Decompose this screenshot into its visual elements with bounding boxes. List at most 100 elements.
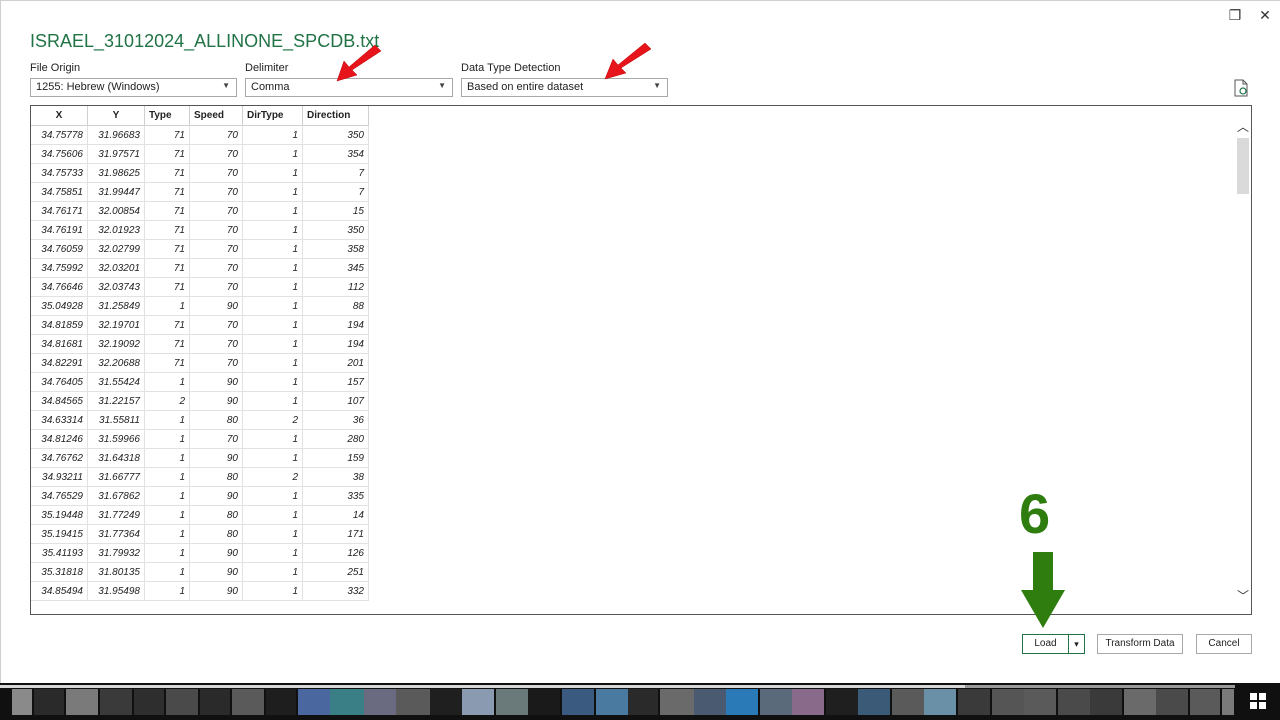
- taskbar-app-icon[interactable]: [628, 689, 658, 715]
- table-cell: 7: [302, 182, 369, 202]
- table-cell: 34.76059: [31, 239, 88, 259]
- column-header[interactable]: Y: [87, 106, 145, 126]
- taskbar-app-icon[interactable]: [694, 689, 726, 715]
- close-icon[interactable]: ✕: [1255, 5, 1275, 25]
- table-cell: 31.22157: [87, 391, 145, 411]
- taskbar-app-icon[interactable]: [12, 689, 32, 715]
- taskbar-app-icon[interactable]: [34, 689, 64, 715]
- scroll-thumb[interactable]: [1237, 138, 1249, 194]
- table-cell: 358: [302, 239, 369, 259]
- table-row: 34.76171 32.00854 71 70 1 15: [31, 201, 369, 221]
- load-button[interactable]: Load: [1022, 634, 1069, 654]
- taskbar-app-icon[interactable]: [992, 689, 1024, 715]
- file-origin-dropdown[interactable]: 1255: Hebrew (Windows) ▼: [30, 78, 237, 97]
- column-header[interactable]: Speed: [189, 106, 243, 126]
- taskbar-app-icon[interactable]: [1190, 689, 1220, 715]
- taskbar-app-icon[interactable]: [760, 689, 792, 715]
- table-cell: 1: [242, 334, 303, 354]
- taskbar-app-icon[interactable]: [266, 689, 296, 715]
- table-cell: 107: [302, 391, 369, 411]
- table-cell: 70: [189, 201, 243, 221]
- taskbar-app-icon[interactable]: [596, 689, 628, 715]
- table-cell: 157: [302, 372, 369, 392]
- red-arrow-delimiter: [336, 45, 382, 82]
- taskbar-app-icon[interactable]: [924, 689, 956, 715]
- red-arrow-data-type: [604, 42, 652, 80]
- taskbar-app-icon[interactable]: [66, 689, 98, 715]
- taskbar-app-icon[interactable]: [1024, 689, 1056, 715]
- taskbar-app-icon[interactable]: [232, 689, 264, 715]
- taskbar-app-icon[interactable]: [200, 689, 230, 715]
- table-cell: 350: [302, 125, 369, 145]
- table-cell: 7: [302, 163, 369, 183]
- taskbar-app-icon[interactable]: [430, 689, 462, 715]
- table-cell: 1: [144, 410, 190, 430]
- taskbar-app-icon[interactable]: [134, 689, 164, 715]
- load-dropdown-icon[interactable]: ▾: [1068, 634, 1085, 654]
- taskbar-app-icon[interactable]: [330, 689, 364, 715]
- table-cell: 1: [242, 448, 303, 468]
- taskbar-app-icon[interactable]: [826, 689, 858, 715]
- table-cell: 1: [242, 125, 303, 145]
- taskbar-app-icon[interactable]: [298, 689, 330, 715]
- table-cell: 1: [144, 448, 190, 468]
- column-header[interactable]: X: [31, 106, 88, 126]
- taskbar-app-icon[interactable]: [528, 689, 560, 715]
- taskbar-app-icon[interactable]: [364, 689, 396, 715]
- taskbar-app-icon[interactable]: [958, 689, 990, 715]
- taskbar-app-icon[interactable]: [726, 689, 758, 715]
- taskbar-strip: [965, 685, 1235, 688]
- table-cell: 90: [189, 486, 243, 506]
- taskbar-app-icon[interactable]: [1124, 689, 1156, 715]
- taskbar-app-icon[interactable]: [1090, 689, 1122, 715]
- scroll-down-icon[interactable]: ﹀: [1237, 587, 1249, 604]
- table-cell: 1: [144, 505, 190, 525]
- table-row: 34.75778 31.96683 71 70 1 350: [31, 125, 369, 145]
- table-row: 35.19415 31.77364 1 80 1 171: [31, 524, 369, 544]
- taskbar-app-icon[interactable]: [562, 689, 594, 715]
- table-row: 34.84565 31.22157 2 90 1 107: [31, 391, 369, 411]
- table-cell: 1: [144, 581, 190, 601]
- taskbar-app-icon[interactable]: [166, 689, 198, 715]
- refresh-preview-icon[interactable]: [1233, 79, 1249, 97]
- scroll-up-icon[interactable]: ︿: [1237, 118, 1249, 135]
- windows-start-icon[interactable]: [1250, 693, 1266, 709]
- taskbar-app-icon[interactable]: [496, 689, 528, 715]
- table-cell: 32.01923: [87, 220, 145, 240]
- table-cell: 31.55424: [87, 372, 145, 392]
- table-cell: 34.75851: [31, 182, 88, 202]
- taskbar-app-icon[interactable]: [396, 689, 430, 715]
- table-cell: 126: [302, 543, 369, 563]
- table-cell: 32.19092: [87, 334, 145, 354]
- table-cell: 32.20688: [87, 353, 145, 373]
- taskbar-app-icon[interactable]: [1156, 689, 1188, 715]
- table-cell: 70: [189, 144, 243, 164]
- vertical-scrollbar[interactable]: ︿ ﹀: [1235, 106, 1251, 614]
- column-header[interactable]: DirType: [242, 106, 303, 126]
- transform-data-button[interactable]: Transform Data: [1097, 634, 1183, 654]
- restore-icon[interactable]: ❐: [1225, 5, 1245, 25]
- taskbar-app-icon[interactable]: [100, 689, 132, 715]
- table-cell: 1: [242, 543, 303, 563]
- table-cell: 90: [189, 372, 243, 392]
- table-cell: 1: [242, 201, 303, 221]
- column-header[interactable]: Type: [144, 106, 190, 126]
- taskbar-app-icon[interactable]: [660, 689, 694, 715]
- cancel-button[interactable]: Cancel: [1196, 634, 1252, 654]
- taskbar-strip: [0, 685, 965, 688]
- column-header[interactable]: Direction: [302, 106, 369, 126]
- table-cell: 335: [302, 486, 369, 506]
- table-cell: 71: [144, 239, 190, 259]
- taskbar-app-icon[interactable]: [1058, 689, 1090, 715]
- taskbar-app-icon[interactable]: [892, 689, 924, 715]
- table-cell: 34.63314: [31, 410, 88, 430]
- table-cell: 32.02799: [87, 239, 145, 259]
- taskbar-app-icon[interactable]: [858, 689, 890, 715]
- taskbar-app-icon[interactable]: [792, 689, 824, 715]
- taskbar-app-icon[interactable]: [1222, 689, 1234, 715]
- table-cell: 31.98625: [87, 163, 145, 183]
- table-cell: 2: [242, 467, 303, 487]
- taskbar-app-icon[interactable]: [462, 689, 494, 715]
- table-cell: 90: [189, 391, 243, 411]
- data-type-detection-label: Data Type Detection: [461, 62, 561, 74]
